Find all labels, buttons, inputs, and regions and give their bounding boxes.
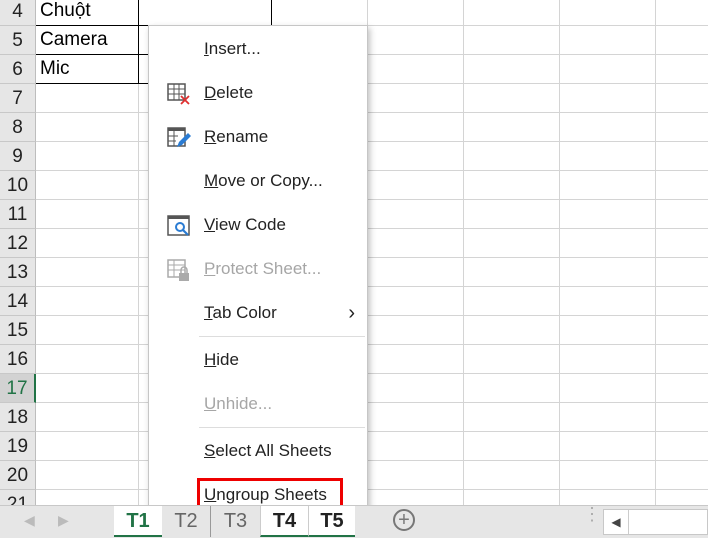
rename-sheet-icon <box>167 125 191 149</box>
scroll-left-arrow-icon[interactable]: ◀ <box>604 510 629 534</box>
sheet-tab-t3[interactable]: T3 <box>210 506 260 537</box>
sheet-tab-t2[interactable]: T2 <box>162 506 210 537</box>
horizontal-scrollbar[interactable]: ◀ <box>603 509 708 535</box>
menu-item-rename[interactable]: Rename <box>149 117 367 157</box>
cell-a[interactable]: Camera <box>40 26 108 54</box>
row-header[interactable]: 9 <box>0 142 36 171</box>
sheet-tab-bar: ◀ ▶ T1 T2 T3 T4 T5 + ⋮ ◀ <box>0 505 708 538</box>
menu-separator <box>199 336 365 337</box>
row-header[interactable]: 14 <box>0 287 36 316</box>
menu-separator <box>199 427 365 428</box>
label-text: rotect Sheet... <box>215 259 322 278</box>
cell-a[interactable]: Chuột <box>40 0 91 25</box>
access-key: U <box>204 394 217 413</box>
menu-item-label: Delete <box>204 73 253 113</box>
menu-item-label: Select All Sheets <box>204 431 332 471</box>
access-key: S <box>204 441 216 460</box>
row-header[interactable]: 11 <box>0 200 36 229</box>
splitter-handle[interactable]: ⋮ <box>583 505 601 523</box>
row-header[interactable]: 5 <box>0 26 36 55</box>
access-key: H <box>204 350 217 369</box>
delete-sheet-icon <box>167 81 191 105</box>
menu-item-unhide: Unhide... <box>149 384 367 424</box>
sheet-tab-t1[interactable]: T1 <box>114 506 162 537</box>
table-border <box>138 0 139 84</box>
label-text: ove or Copy... <box>218 171 323 190</box>
menu-item-label: Tab Color <box>204 293 277 333</box>
access-key: U <box>204 485 217 504</box>
label-text: ab Color <box>212 303 277 322</box>
row-header[interactable]: 8 <box>0 113 36 142</box>
label-text: nsert... <box>208 39 261 58</box>
access-key: T <box>204 303 213 322</box>
row-header[interactable]: 4 <box>0 0 36 26</box>
menu-item-hide[interactable]: Hide <box>149 340 367 380</box>
col-line <box>559 0 560 505</box>
menu-item-delete[interactable]: Delete <box>149 73 367 113</box>
menu-item-label: Protect Sheet... <box>204 249 321 289</box>
label-text: ide <box>216 350 239 369</box>
menu-item-insert[interactable]: Insert... <box>149 29 367 69</box>
col-line <box>463 0 464 505</box>
sheet-tab-t5[interactable]: T5 <box>308 506 355 537</box>
row-header[interactable]: 18 <box>0 403 36 432</box>
sheet-tab-context-menu: Insert... Delete Rename Move or Copy... View… <box>148 25 368 517</box>
menu-item-view-code[interactable]: View Code <box>149 205 367 245</box>
row-header[interactable]: 17 <box>0 374 36 403</box>
row-header[interactable]: 15 <box>0 316 36 345</box>
menu-item-move-or-copy[interactable]: Move or Copy... <box>149 161 367 201</box>
new-sheet-icon[interactable]: + <box>393 509 415 531</box>
label-text: elect All Sheets <box>215 441 332 460</box>
row-header[interactable]: 6 <box>0 55 36 84</box>
row-header[interactable]: 13 <box>0 258 36 287</box>
access-key: M <box>204 171 219 190</box>
menu-item-label: Rename <box>204 117 268 157</box>
menu-item-label: Hide <box>204 340 239 380</box>
access-key: R <box>204 127 217 146</box>
label-text: ngroup Sheets <box>216 485 327 504</box>
label-text: elete <box>216 83 254 102</box>
grid-row: 4 Chuột <box>0 0 708 26</box>
label-text: ename <box>216 127 269 146</box>
menu-item-select-all-sheets[interactable]: Select All Sheets <box>149 431 367 471</box>
chevron-right-icon: › <box>348 302 355 324</box>
cell-a[interactable]: Mic <box>40 55 70 83</box>
row-header[interactable]: 19 <box>0 432 36 461</box>
menu-item-protect-sheet: Protect Sheet... <box>149 249 367 289</box>
scroll-right-icon[interactable]: ▶ <box>58 512 69 529</box>
row-header[interactable]: 10 <box>0 171 36 200</box>
row-header[interactable]: 21 <box>0 490 36 505</box>
menu-item-label: Insert... <box>204 29 261 69</box>
sheet-tab-t4[interactable]: T4 <box>260 506 308 537</box>
row-header[interactable]: 20 <box>0 461 36 490</box>
menu-item-label: View Code <box>204 205 286 245</box>
view-code-icon <box>167 213 191 237</box>
row-header[interactable]: 12 <box>0 229 36 258</box>
access-key: D <box>204 83 217 102</box>
access-key: V <box>204 215 216 234</box>
label-text: iew Code <box>215 215 286 234</box>
row-header[interactable]: 16 <box>0 345 36 374</box>
access-key: P <box>204 259 216 278</box>
row-header[interactable]: 7 <box>0 84 36 113</box>
menu-item-tab-color[interactable]: Tab Color › <box>149 293 367 333</box>
menu-item-label: Unhide... <box>204 384 272 424</box>
scroll-left-icon[interactable]: ◀ <box>24 512 35 529</box>
menu-item-label: Move or Copy... <box>204 161 323 201</box>
protect-sheet-icon <box>167 257 191 281</box>
label-text: nhide... <box>216 394 273 413</box>
col-line <box>655 0 656 505</box>
